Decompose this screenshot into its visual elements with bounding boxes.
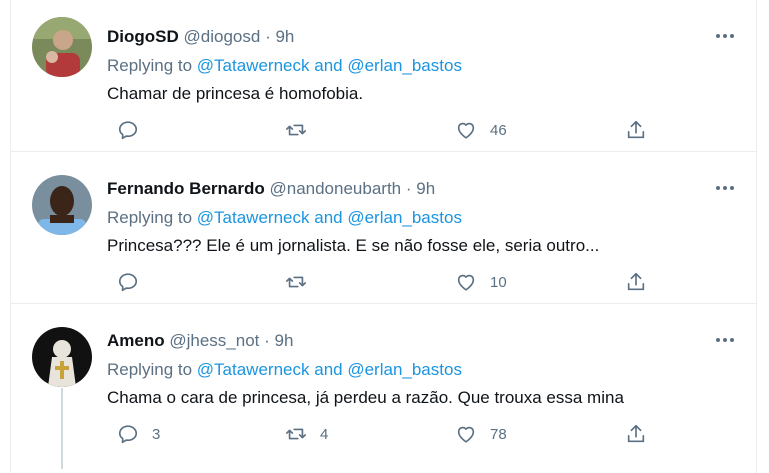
- tweet[interactable]: DiogoSD @diogosd · 9h Replying to @Tataw…: [11, 0, 756, 152]
- replying-to: Replying to @Tatawerneck and @erlan_bast…: [107, 207, 462, 229]
- share-icon: [627, 272, 645, 291]
- mention-link[interactable]: @Tatawerneck: [197, 56, 310, 75]
- more-icon[interactable]: [714, 26, 736, 46]
- more-icon[interactable]: [714, 330, 736, 350]
- share-icon: [627, 424, 645, 443]
- tweet-actions: 10: [107, 270, 667, 294]
- share-button[interactable]: [625, 270, 647, 294]
- tweet-header: Fernando Bernardo @nandoneubarth · 9h: [107, 178, 435, 200]
- tweet-text: Chama o cara de princesa, já perdeu a ra…: [107, 388, 624, 407]
- timestamp[interactable]: · 9h: [406, 179, 435, 198]
- retweet-icon: [286, 276, 306, 288]
- display-name[interactable]: DiogoSD: [107, 27, 179, 46]
- retweet-button[interactable]: [285, 270, 320, 294]
- share-button[interactable]: [625, 118, 647, 142]
- reply-icon: [118, 121, 138, 140]
- reply-button[interactable]: [117, 270, 152, 294]
- avatar[interactable]: [32, 175, 92, 235]
- replying-to: Replying to @Tatawerneck and @erlan_bast…: [107, 55, 462, 77]
- reply-button[interactable]: 3: [117, 422, 160, 446]
- and-word: and: [314, 56, 343, 75]
- tweet-header: Ameno @jhess_not · 9h: [107, 330, 293, 352]
- and-word: and: [314, 208, 343, 227]
- tweet-text: Princesa??? Ele é um jornalista. E se nã…: [107, 236, 600, 255]
- thread-line: [61, 388, 63, 469]
- tweet-feed: DiogoSD @diogosd · 9h Replying to @Tataw…: [10, 0, 757, 473]
- share-icon: [627, 120, 645, 139]
- reply-icon: [118, 273, 138, 292]
- tweet-actions: 3 4 78: [107, 422, 667, 446]
- timestamp[interactable]: · 9h: [265, 27, 294, 46]
- mention-link[interactable]: @erlan_bastos: [347, 56, 462, 75]
- reply-button[interactable]: [117, 118, 152, 142]
- tweet-text: Chamar de princesa é homofobia.: [107, 84, 364, 103]
- replying-to: Replying to @Tatawerneck and @erlan_bast…: [107, 359, 462, 381]
- mention-link[interactable]: @erlan_bastos: [347, 208, 462, 227]
- like-button[interactable]: 46: [455, 118, 507, 142]
- like-button[interactable]: 78: [455, 422, 507, 446]
- like-icon: [457, 426, 475, 443]
- tweet[interactable]: Ameno @jhess_not · 9h Replying to @Tataw…: [11, 304, 756, 469]
- mention-link[interactable]: @erlan_bastos: [347, 360, 462, 379]
- mention-link[interactable]: @Tatawerneck: [197, 208, 310, 227]
- reply-icon: [118, 425, 138, 444]
- like-count: 46: [490, 121, 507, 139]
- share-button[interactable]: [625, 422, 647, 446]
- tweet[interactable]: Fernando Bernardo @nandoneubarth · 9h Re…: [11, 152, 756, 304]
- user-handle[interactable]: @diogosd: [184, 27, 261, 46]
- user-handle[interactable]: @nandoneubarth: [269, 179, 401, 198]
- user-handle[interactable]: @jhess_not: [169, 331, 259, 350]
- display-name[interactable]: Ameno: [107, 331, 165, 350]
- mention-link[interactable]: @Tatawerneck: [197, 360, 310, 379]
- avatar[interactable]: [32, 327, 92, 387]
- reply-count: 3: [152, 425, 161, 443]
- retweet-icon: [286, 124, 306, 136]
- avatar[interactable]: [32, 17, 92, 77]
- tweet-header: DiogoSD @diogosd · 9h: [107, 26, 294, 48]
- retweet-count: 4: [320, 425, 329, 443]
- like-count: 78: [490, 425, 507, 443]
- replying-prefix: Replying to: [107, 208, 193, 227]
- timestamp[interactable]: · 9h: [264, 331, 293, 350]
- more-icon[interactable]: [714, 178, 736, 198]
- like-icon: [457, 122, 475, 139]
- and-word: and: [314, 360, 343, 379]
- retweet-icon: [286, 428, 306, 440]
- like-count: 10: [490, 273, 507, 291]
- retweet-button[interactable]: 4: [285, 422, 328, 446]
- tweet-actions: 46: [107, 118, 667, 142]
- display-name[interactable]: Fernando Bernardo: [107, 179, 265, 198]
- retweet-button[interactable]: [285, 118, 320, 142]
- replying-prefix: Replying to: [107, 360, 193, 379]
- replying-prefix: Replying to: [107, 56, 193, 75]
- like-button[interactable]: 10: [455, 270, 507, 294]
- like-icon: [457, 274, 475, 291]
